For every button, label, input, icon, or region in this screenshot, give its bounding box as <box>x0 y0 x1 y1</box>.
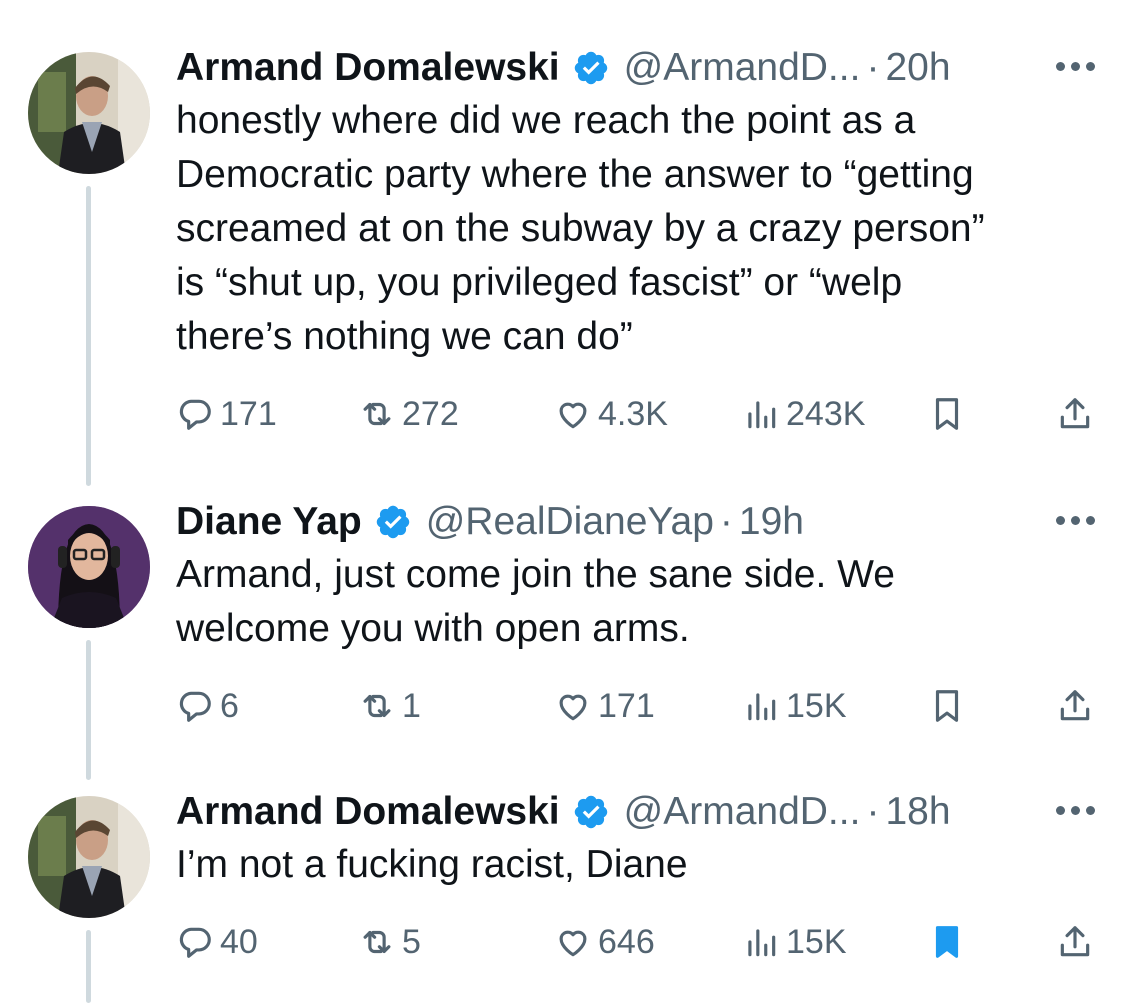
repost-button[interactable]: 272 <box>358 388 459 440</box>
reply-button[interactable]: 171 <box>176 388 277 440</box>
repost-icon <box>363 930 391 954</box>
views-icon <box>748 693 776 721</box>
reply-count: 171 <box>220 394 277 433</box>
verified-badge-icon <box>574 795 607 829</box>
tweet[interactable]: Armand Domalewski @ArmandD... · 20h hone… <box>0 40 1125 460</box>
avatar[interactable] <box>28 52 150 174</box>
reply-count: 40 <box>220 922 258 961</box>
author-handle[interactable]: @RealDianeYap <box>426 500 714 544</box>
repost-button[interactable]: 5 <box>358 916 421 968</box>
tweet[interactable]: Armand Domalewski @ArmandD... · 18h I’m … <box>0 784 1125 1003</box>
views-icon <box>748 401 776 429</box>
reply-icon <box>179 399 211 430</box>
like-button[interactable]: 171 <box>554 680 655 732</box>
avatar[interactable] <box>28 796 150 918</box>
repost-icon <box>363 402 391 426</box>
reply-button[interactable]: 6 <box>176 680 239 732</box>
reply-count: 6 <box>220 686 239 725</box>
like-icon <box>559 930 587 957</box>
views-count: 15K <box>786 922 847 961</box>
share-icon <box>1060 926 1090 957</box>
like-count: 646 <box>598 922 655 961</box>
bookmark-icon <box>935 398 959 430</box>
repost-button[interactable]: 1 <box>358 680 421 732</box>
more-options-icon[interactable] <box>1035 48 1095 84</box>
bookmark-icon <box>935 926 959 958</box>
author-handle[interactable]: @ArmandD... <box>624 790 861 834</box>
tweet-text: I’m not a fucking racist, Diane <box>176 843 688 886</box>
like-button[interactable]: 4.3K <box>554 388 668 440</box>
views-icon <box>748 929 776 957</box>
timestamp[interactable]: 19h <box>739 500 804 544</box>
author-name[interactable]: Armand Domalewski <box>176 46 560 90</box>
share-button[interactable] <box>1056 680 1094 732</box>
views-button[interactable]: 15K <box>742 680 847 732</box>
share-icon <box>1060 398 1090 429</box>
more-options-icon[interactable] <box>1035 502 1095 538</box>
author-handle[interactable]: @ArmandD... <box>624 46 861 90</box>
like-button[interactable]: 646 <box>554 916 655 968</box>
views-count: 243K <box>786 394 866 433</box>
dot-separator: · <box>719 500 733 543</box>
timestamp[interactable]: 18h <box>885 790 950 834</box>
bookmark-icon <box>935 690 959 722</box>
repost-icon <box>363 694 391 718</box>
reply-button[interactable]: 40 <box>176 916 258 968</box>
tweet[interactable]: Diane Yap @RealDianeYap · 19h Armand, ju… <box>0 494 1125 754</box>
like-icon <box>559 694 587 721</box>
share-button[interactable] <box>1056 916 1094 968</box>
author-name[interactable]: Diane Yap <box>176 500 362 544</box>
dot-separator: · <box>866 46 880 89</box>
repost-count: 1 <box>402 686 421 725</box>
verified-badge-icon <box>376 505 409 539</box>
reply-icon <box>179 927 211 958</box>
bookmark-button[interactable] <box>928 680 966 732</box>
reply-icon <box>179 691 211 722</box>
like-count: 171 <box>598 686 655 725</box>
timestamp[interactable]: 20h <box>885 46 950 90</box>
bookmark-button[interactable] <box>928 388 966 440</box>
share-icon <box>1060 690 1090 721</box>
more-options-icon[interactable] <box>1035 792 1095 828</box>
views-button[interactable]: 15K <box>742 916 847 968</box>
views-count: 15K <box>786 686 847 725</box>
author-name[interactable]: Armand Domalewski <box>176 790 560 834</box>
like-icon <box>559 402 587 429</box>
repost-count: 5 <box>402 922 421 961</box>
avatar[interactable] <box>28 506 150 628</box>
verified-badge-icon <box>574 51 607 85</box>
tweet-text: honestly where did we reach the point as… <box>176 99 985 358</box>
tweet-text: Armand, just come join the sane side. We… <box>176 553 895 650</box>
dot-separator: · <box>866 790 880 833</box>
share-button[interactable] <box>1056 388 1094 440</box>
bookmark-button[interactable] <box>928 916 966 968</box>
like-count: 4.3K <box>598 394 668 433</box>
views-button[interactable]: 243K <box>742 388 865 440</box>
repost-count: 272 <box>402 394 459 433</box>
